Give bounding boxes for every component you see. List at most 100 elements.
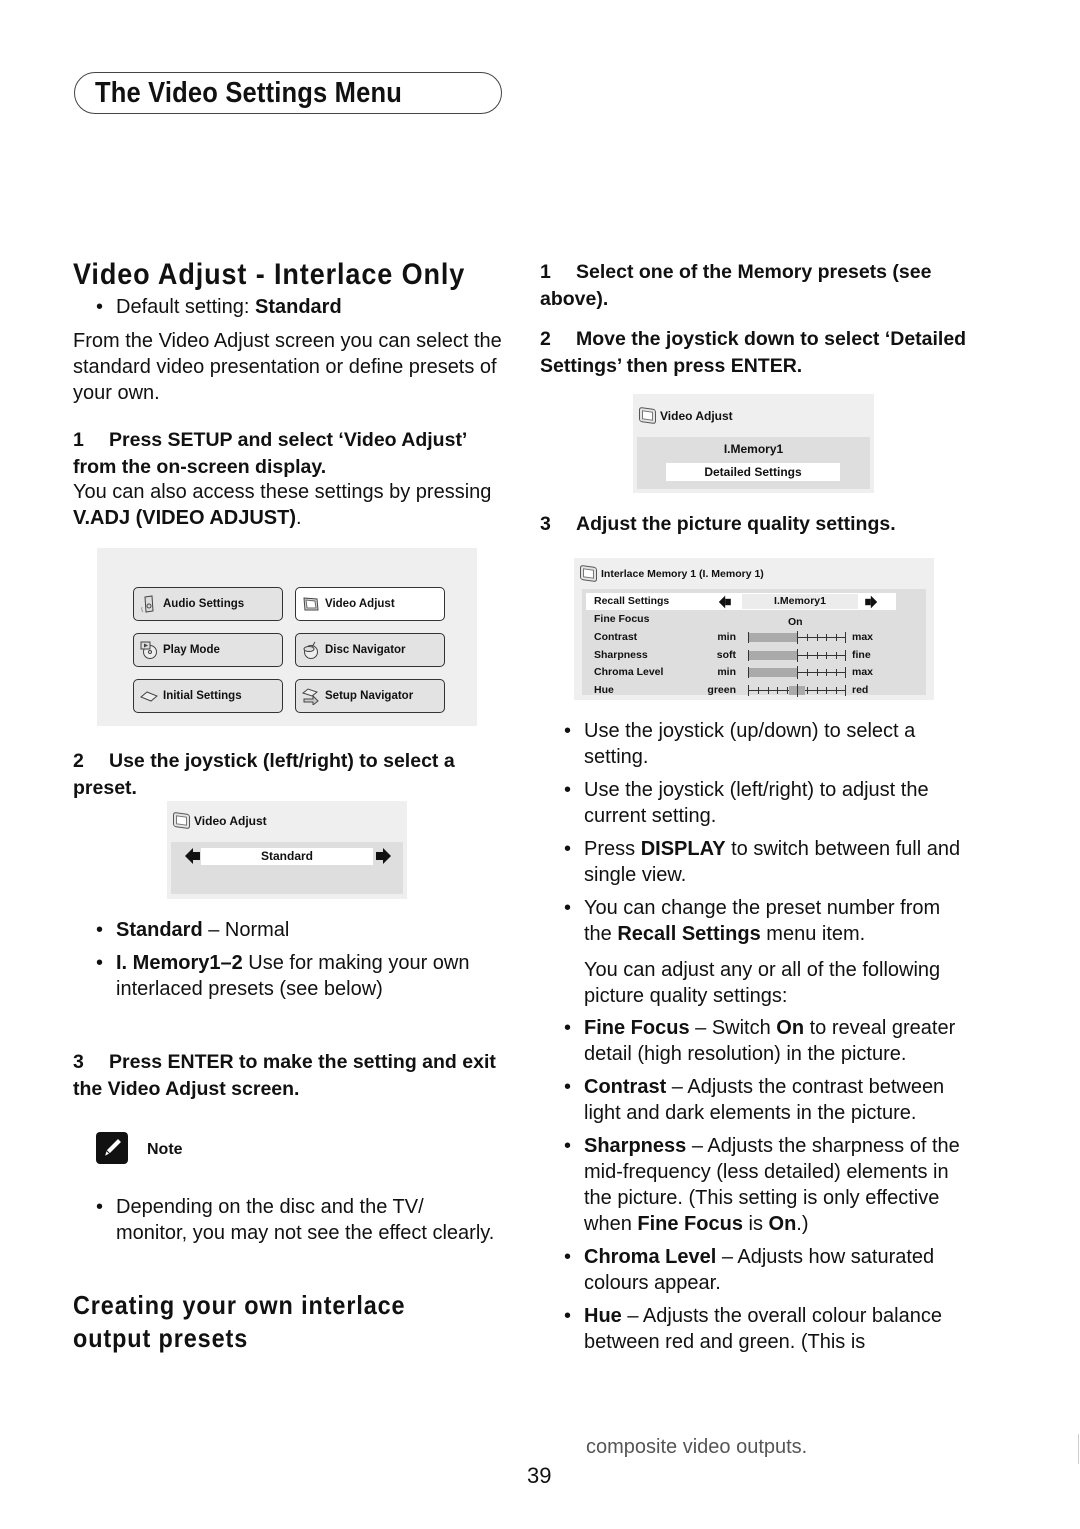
slider-row-hue[interactable]: Hue green red bbox=[582, 682, 926, 699]
detail-text: You can also access these settings by pr… bbox=[73, 481, 492, 503]
memory-osd-title: Video Adjust bbox=[639, 406, 733, 425]
slider-high-label: max bbox=[852, 631, 874, 643]
slider-tick bbox=[817, 651, 818, 659]
bold-term: Chroma Level bbox=[584, 1246, 717, 1268]
memory-osd: Video Adjust I.Memory1 Detailed Settings bbox=[633, 394, 874, 493]
slider-tick bbox=[817, 634, 818, 641]
preset-value[interactable]: Standard bbox=[201, 848, 373, 865]
step-number: 1 bbox=[540, 261, 551, 283]
slider-high-label: red bbox=[852, 683, 869, 696]
slider[interactable] bbox=[748, 648, 846, 662]
menu-item-initial-settings[interactable]: Initial Settings bbox=[133, 679, 283, 713]
slider-tick bbox=[836, 651, 837, 659]
fine-focus-label: Fine Focus bbox=[594, 613, 650, 625]
setting-desc-item: Contrast – Adjusts the contrast between … bbox=[558, 1074, 973, 1126]
page-heading: Video Adjust - Interlace Only bbox=[73, 258, 466, 291]
right-step-1: 1 Select one of the Memory presets (see a… bbox=[540, 259, 980, 312]
step-number: 3 bbox=[73, 1051, 84, 1073]
fine-focus-row[interactable]: Fine Focus On bbox=[582, 611, 926, 628]
slider[interactable] bbox=[748, 666, 846, 679]
menu-item-label: Play Mode bbox=[163, 644, 220, 656]
slider[interactable] bbox=[748, 631, 846, 644]
arrow-left-icon[interactable] bbox=[718, 595, 731, 609]
footer-fragment: composite video outputs. bbox=[586, 1436, 808, 1458]
bold-term: Fine Focus bbox=[584, 1017, 690, 1039]
step-number: 2 bbox=[73, 750, 84, 772]
slider-cap bbox=[748, 684, 749, 696]
bold-term: Hue bbox=[584, 1305, 622, 1327]
detailed-settings-button[interactable]: Detailed Settings bbox=[666, 463, 840, 481]
bold-term: Fine Focus bbox=[637, 1213, 743, 1235]
slider-tick bbox=[758, 686, 759, 694]
menu-item-label: Audio Settings bbox=[163, 598, 245, 610]
preset-memory: I. Memory1–2 Use for making your own int… bbox=[90, 950, 510, 1002]
slider-row-chroma-level[interactable]: Chroma Level min max bbox=[582, 664, 926, 681]
fine-focus-value: On bbox=[788, 616, 803, 628]
slider-row-contrast[interactable]: Contrast min max bbox=[582, 629, 926, 646]
arrow-right-icon[interactable] bbox=[865, 595, 878, 609]
bold-term: On bbox=[776, 1017, 805, 1039]
slider-tick bbox=[777, 686, 778, 694]
menu-item-setup-navigator[interactable]: Setup Navigator bbox=[295, 679, 445, 713]
slider-low-label: green bbox=[707, 683, 736, 696]
recall-label: Recall Settings bbox=[594, 595, 670, 607]
slider-cap bbox=[845, 649, 846, 661]
memory-panel: I.Memory1 Detailed Settings bbox=[637, 437, 870, 489]
default-setting-label: Default setting: bbox=[116, 296, 250, 318]
bold-term: Recall Settings bbox=[617, 923, 761, 945]
menu-item-play-mode[interactable]: Play Mode bbox=[133, 633, 283, 667]
left-step-2: 2 Use the joystick (left/right) to select… bbox=[73, 748, 513, 801]
usage-bullet-item: Use the joystick (up/down) to select a s… bbox=[558, 718, 973, 770]
step-text: Press ENTER to make the setting and exit… bbox=[73, 1051, 496, 1100]
arrow-right-icon[interactable] bbox=[376, 848, 391, 864]
right-step-2: 2 Move the joystick down to select ‘Detai… bbox=[540, 326, 980, 379]
preset-osd-title: Video Adjust bbox=[173, 811, 267, 830]
slider-label: Chroma Level bbox=[594, 666, 664, 678]
memory-value: I.Memory1 bbox=[723, 442, 784, 456]
slider-cap bbox=[748, 649, 749, 661]
arrow-left-icon[interactable] bbox=[185, 848, 200, 864]
osd-title-text: Video Adjust bbox=[660, 408, 733, 423]
slider-tick bbox=[807, 686, 808, 694]
menu-item-disc-navigator[interactable]: Disc Navigator bbox=[295, 633, 445, 667]
slider[interactable] bbox=[748, 683, 846, 697]
slider-center-mark bbox=[797, 631, 798, 644]
menu-item-video-adjust[interactable]: Video Adjust bbox=[295, 587, 445, 621]
bullet-text: Use the joystick (up/down) to select a s… bbox=[584, 720, 916, 768]
preset-osd: Video Adjust Standard bbox=[167, 801, 407, 899]
bullet-text: menu item. bbox=[760, 923, 866, 945]
step-text: Select one of the Memory presets (see ab… bbox=[540, 261, 932, 310]
step-1-detail: You can also access these settings by pr… bbox=[73, 479, 503, 531]
step-text: Press SETUP and select ‘Video Adjust’ fr… bbox=[73, 429, 467, 478]
bullet-text: – Switch bbox=[689, 1017, 777, 1039]
disc-navigator-icon bbox=[302, 641, 320, 659]
slider-tick bbox=[817, 686, 818, 694]
preset-name: I. Memory1–2 bbox=[116, 952, 243, 974]
slider-fill bbox=[749, 633, 797, 642]
menu-item-label: Disc Navigator bbox=[325, 644, 406, 656]
slider-low-label: min bbox=[717, 631, 736, 643]
bullet-text: .) bbox=[796, 1213, 809, 1235]
slider-label: Contrast bbox=[594, 631, 638, 643]
intro-paragraph: From the Video Adjust screen you can sel… bbox=[73, 330, 502, 404]
setting-desc-item: Chroma Level – Adjusts how saturated col… bbox=[558, 1244, 973, 1296]
page-number: 39 bbox=[527, 1463, 552, 1488]
step-number: 3 bbox=[540, 513, 551, 535]
recall-settings-row[interactable]: Recall Settings I.Memory1 bbox=[582, 593, 926, 610]
slider-fill bbox=[749, 650, 797, 660]
detail-osd-title: Interlace Memory 1 (I. Memory 1) bbox=[580, 564, 764, 583]
slider-row-sharpness[interactable]: Sharpness soft fine bbox=[582, 647, 926, 664]
adjust-intro: You can adjust any or all of the followi… bbox=[584, 959, 941, 1007]
play-disc-icon bbox=[140, 641, 158, 659]
slider-tick bbox=[787, 686, 788, 694]
slider-fill bbox=[749, 668, 797, 677]
slider-tick bbox=[807, 651, 808, 659]
setting-desc-item: Sharpness – Adjusts the sharpness of the… bbox=[558, 1133, 973, 1237]
step-number: 2 bbox=[540, 328, 551, 350]
menu-item-label: Setup Navigator bbox=[325, 690, 414, 702]
menu-item-audio-settings[interactable]: Audio Settings bbox=[133, 587, 283, 621]
edge-mark bbox=[1078, 1434, 1079, 1464]
note-title: Note bbox=[147, 1141, 183, 1158]
step-text: Move the joystick down to select ‘Detail… bbox=[540, 328, 967, 377]
bullet-text: is bbox=[742, 1213, 769, 1235]
